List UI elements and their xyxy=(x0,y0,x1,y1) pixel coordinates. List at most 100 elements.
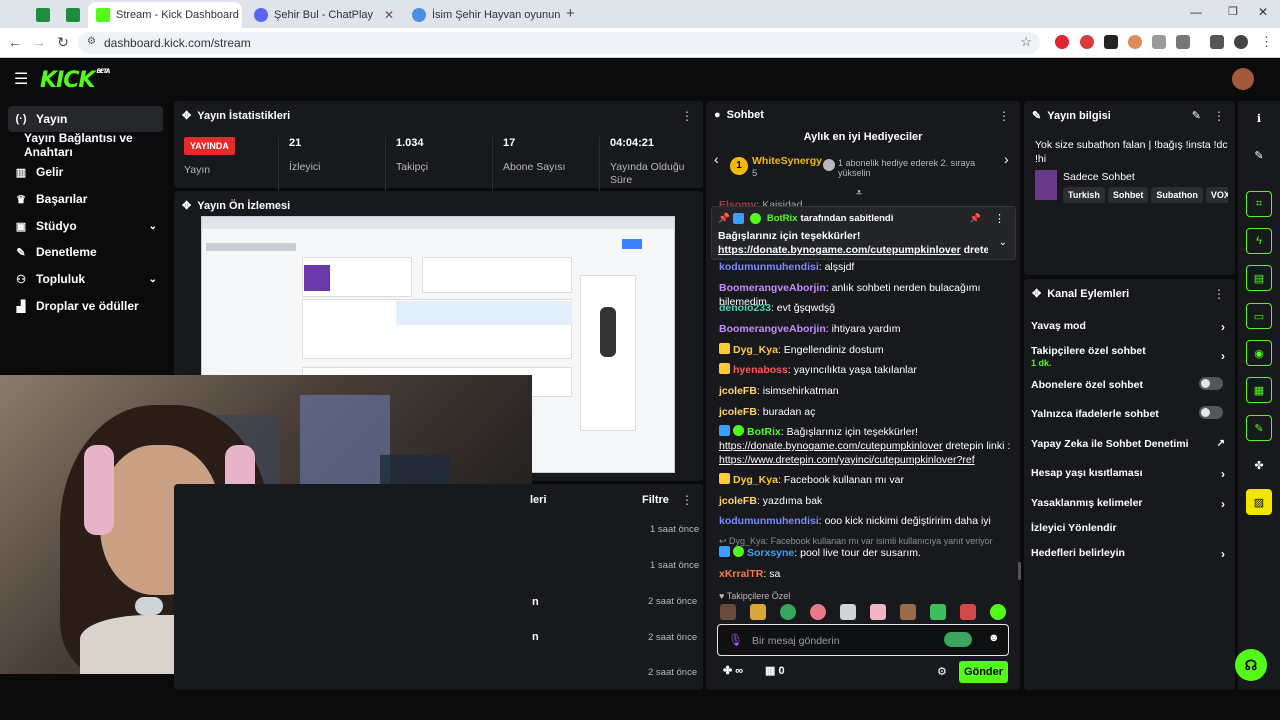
tag[interactable]: Sohbet xyxy=(1107,187,1149,203)
tag[interactable]: Subathon xyxy=(1151,187,1203,203)
tab-isim-sehir[interactable]: İsim Şehir Hayvan oyununa kat ✕ xyxy=(404,2,560,28)
tab-chatplay[interactable]: Şehir Bul - ChatPlay ✕ xyxy=(246,2,402,28)
document-icon[interactable]: ▤ xyxy=(1246,265,1272,291)
action-slow-mode[interactable]: Yavaş mod › xyxy=(1031,320,1231,334)
chat-username[interactable]: jcoleFB xyxy=(719,406,757,418)
profile-avatar[interactable] xyxy=(1234,35,1248,49)
chat-username[interactable]: kodumunmuhendisi xyxy=(719,261,819,273)
edit-icon[interactable]: ✎ xyxy=(1246,142,1272,168)
extension-icon[interactable] xyxy=(1104,35,1118,49)
kick-logo[interactable]: KICK BETA xyxy=(40,68,110,93)
sidebar-item-droplar[interactable]: ▟ Droplar ve ödüller xyxy=(8,293,163,319)
info-icon[interactable]: ℹ xyxy=(1246,105,1272,131)
bookmark-star-icon[interactable]: ☆ xyxy=(1020,34,1032,50)
emote-picker-icon[interactable] xyxy=(944,632,972,647)
emote-icon[interactable] xyxy=(990,604,1006,620)
back-icon[interactable]: ← xyxy=(6,34,24,50)
pinned-menu-icon[interactable]: ⋮ xyxy=(994,212,1005,225)
filter-button[interactable]: Filtre xyxy=(642,494,669,506)
tab-sheets-1[interactable] xyxy=(28,2,54,28)
reading-list-icon[interactable] xyxy=(1210,35,1224,49)
emote-icon[interactable] xyxy=(780,604,796,620)
drag-handle-icon[interactable]: ✎ xyxy=(1032,109,1041,122)
opera-icon[interactable] xyxy=(1055,35,1069,49)
tag[interactable]: Turkish xyxy=(1063,187,1105,203)
emotes-only-toggle[interactable] xyxy=(1199,406,1223,419)
chat-username[interactable]: jcoleFB xyxy=(719,385,757,397)
chat-username[interactable]: xKrralTR xyxy=(719,568,763,580)
chat-username[interactable]: jcoleFB xyxy=(719,495,757,507)
sidebar-item-denetleme[interactable]: ✎ Denetleme xyxy=(8,239,163,265)
action-account-age[interactable]: Hesap yaşı kısıtlaması › xyxy=(1031,467,1231,481)
wrench-icon[interactable]: ✎ xyxy=(1246,415,1272,441)
drag-handle-icon[interactable]: ✥ xyxy=(1032,287,1041,300)
site-info-icon[interactable]: ⚙ xyxy=(87,36,96,47)
mic-icon[interactable]: 🎙 xyxy=(728,633,743,647)
minimize-icon[interactable]: — xyxy=(1190,5,1202,19)
chat-username[interactable]: BotRix xyxy=(747,426,781,438)
chat-username[interactable]: denolo233 xyxy=(719,302,771,314)
action-raid[interactable]: İzleyici Yönlendir xyxy=(1031,522,1231,534)
chat-username[interactable]: Dyg_Kya xyxy=(733,344,778,356)
emote-icon[interactable] xyxy=(750,604,766,620)
panel-menu-icon[interactable]: ⋮ xyxy=(1213,109,1225,123)
shield-icon[interactable] xyxy=(1152,35,1166,49)
sidebar-item-stream-key[interactable]: Yayın Bağlantısı ve Anahtarı xyxy=(18,131,173,159)
hamburger-menu-icon[interactable]: ☰ xyxy=(14,69,28,89)
action-ai-moderation[interactable]: Yapay Zeka ile Sohbet Denetimi ↗ xyxy=(1031,438,1231,450)
tag[interactable]: VOX xyxy=(1205,187,1228,203)
sidebar-item-topluluk[interactable]: ⚇ Topluluk ⌄ xyxy=(8,266,163,292)
extension-icon[interactable] xyxy=(1080,35,1094,49)
close-window-icon[interactable]: ✕ xyxy=(1258,5,1268,19)
sidebar-item-gelir[interactable]: ▥ Gelir xyxy=(8,159,163,185)
action-goals[interactable]: Hedefleri belirleyin › xyxy=(1031,547,1231,561)
reload-icon[interactable]: ↻ xyxy=(54,34,72,51)
chat-username[interactable]: kodumunmuhendisi xyxy=(719,515,819,527)
support-headset-icon[interactable]: ☊ xyxy=(1235,649,1267,681)
clapper-icon[interactable]: ▨ xyxy=(1246,489,1272,515)
category-name[interactable]: Sadece Sohbet xyxy=(1063,171,1135,183)
menu-kebab-icon[interactable]: ⋮ xyxy=(1260,34,1273,50)
emote-icon[interactable] xyxy=(810,604,826,620)
subscribers-only-toggle[interactable] xyxy=(1199,377,1223,390)
chat-box-counter[interactable]: ▦ 0 xyxy=(765,664,785,677)
tab-sheets-2[interactable] xyxy=(58,2,84,28)
unpin-icon[interactable]: 📌 xyxy=(970,213,981,224)
url-field[interactable]: ⚙ dashboard.kick.com/stream ☆ xyxy=(78,32,1040,54)
panel-menu-icon[interactable]: ⋮ xyxy=(1213,287,1225,301)
puzzle-icon[interactable] xyxy=(1176,35,1190,49)
action-banned-words[interactable]: Yasaklanmış kelimeler › xyxy=(1031,497,1231,511)
channel-points[interactable]: ✤ ∞ xyxy=(723,664,743,677)
emote-icon[interactable] xyxy=(900,604,916,620)
drag-handle-icon[interactable]: ✥ xyxy=(182,199,191,212)
forward-icon[interactable]: → xyxy=(30,34,48,50)
tab-kick-dashboard[interactable]: Stream - Kick Dashboard ✕ xyxy=(88,2,242,28)
restore-icon[interactable]: ❐ xyxy=(1228,5,1238,18)
emote-icon[interactable] xyxy=(840,604,856,620)
lightning-icon[interactable]: ϟ xyxy=(1246,228,1272,254)
panel-menu-icon[interactable]: ⋮ xyxy=(998,109,1010,123)
chat-username[interactable]: Dyg_Kya xyxy=(733,474,778,486)
chat-input[interactable]: 🎙 Bir mesaj gönderin ☻ xyxy=(717,624,1009,656)
edit-icon[interactable]: ✎ xyxy=(1192,109,1201,122)
layout-icon[interactable]: ▦ xyxy=(1246,377,1272,403)
emote-icon[interactable] xyxy=(870,604,886,620)
chevron-down-icon[interactable]: ⌄ xyxy=(999,237,1007,248)
chat-settings-icon[interactable]: ⚙ xyxy=(937,665,947,678)
extension-icon[interactable] xyxy=(1128,35,1142,49)
chat-link[interactable]: https://www.dretepin.com/yayinci/cutepum… xyxy=(719,454,975,466)
emoji-icon[interactable]: ☻ xyxy=(988,632,1000,644)
drag-handle-icon[interactable]: ✥ xyxy=(182,109,191,122)
sidebar-item-studyo[interactable]: ▣ Stüdyo ⌄ xyxy=(8,213,163,239)
send-button[interactable]: Gönder xyxy=(959,661,1008,683)
sidebar-item-basarilar[interactable]: ♛ Başarılar xyxy=(8,186,163,212)
clip-icon[interactable]: ⌗ xyxy=(1246,191,1272,217)
user-avatar[interactable] xyxy=(1232,68,1254,90)
chat-username[interactable]: BoomerangveAborjin xyxy=(719,323,826,335)
chat-username[interactable]: Sorxsyne xyxy=(747,547,794,559)
emote-icon[interactable] xyxy=(960,604,976,620)
close-tab-icon[interactable]: ✕ xyxy=(384,8,394,22)
emote-icon[interactable] xyxy=(930,604,946,620)
emote-icon[interactable] xyxy=(720,604,736,620)
chevron-left-icon[interactable]: ‹ xyxy=(714,151,719,167)
